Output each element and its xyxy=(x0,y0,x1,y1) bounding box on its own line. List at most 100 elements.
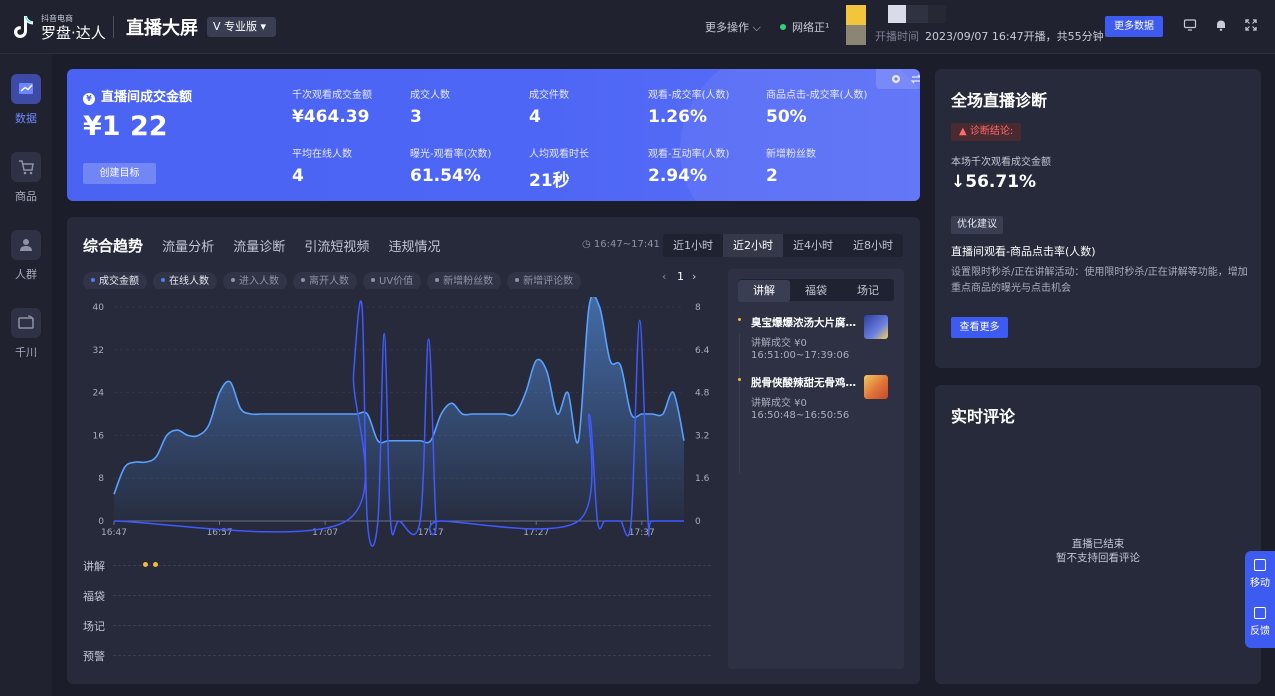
metric-value: ¥464.39 xyxy=(292,107,370,127)
more-operations-dropdown[interactable]: 更多操作 ⌵ xyxy=(705,19,761,35)
chip-label: 成交金额 xyxy=(99,276,139,287)
chip-label: 离开人数 xyxy=(309,276,349,287)
track-label-alert: 预警 xyxy=(83,650,105,663)
metric-label: 成交件数 xyxy=(529,90,569,101)
chip-dot xyxy=(435,278,440,282)
network-ok-dot xyxy=(780,24,786,30)
segment-luckybag[interactable]: 福袋 xyxy=(790,280,842,302)
track-line xyxy=(113,595,711,596)
metric-buyers: 成交人数 3 xyxy=(410,86,450,127)
prev-page-icon[interactable]: ‹ xyxy=(662,270,666,283)
y-tick-right: 1.6 xyxy=(695,474,710,484)
segment-notes[interactable]: 场记 xyxy=(842,280,894,302)
gmv-title-text: 直播间成交金额 xyxy=(101,90,193,105)
chip-uv-value[interactable]: UV价值 xyxy=(363,272,422,289)
clock-icon: ◷ xyxy=(582,239,594,250)
tab-violations[interactable]: 违规情况 xyxy=(388,236,440,255)
sidebar-item-goods[interactable]: 商品 xyxy=(0,152,52,204)
feedback-icon xyxy=(1254,607,1266,619)
mobile-button[interactable]: 移动 xyxy=(1245,559,1275,589)
metric-label: 观看-互动率(人数) xyxy=(648,149,730,160)
tab-traffic-analysis[interactable]: 流量分析 xyxy=(162,236,214,255)
chip-new-fans[interactable]: 新增粉丝数 xyxy=(427,272,502,289)
cart-icon xyxy=(11,152,41,182)
sidebar-item-data[interactable]: 数据 xyxy=(0,74,52,126)
track-label-notes: 场记 xyxy=(83,620,105,633)
diagnosis-metric-label: 本场千次观看成交金额 xyxy=(951,157,1051,168)
sidebar-item-label: 人群 xyxy=(15,268,37,281)
range-8h-button[interactable]: 近8小时 xyxy=(843,234,903,257)
monitor-icon[interactable] xyxy=(1183,18,1197,32)
metric-chips: 成交金额 在线人数 进入人数 离开人数 UV价值 新增粉丝数 新增评论数 xyxy=(83,269,643,289)
side-segment: 讲解 福袋 场记 xyxy=(738,279,894,302)
chip-leave[interactable]: 离开人数 xyxy=(293,272,357,289)
sidebar-item-qianchuan[interactable]: 千川 xyxy=(0,308,52,360)
range-2h-button[interactable]: 近2小时 xyxy=(723,234,783,257)
metric-value: 4 xyxy=(292,166,304,186)
next-page-icon[interactable]: › xyxy=(692,270,696,283)
range-selector: 近1小时 近2小时 近4小时 近8小时 xyxy=(663,234,903,257)
y-tick-right: 4.8 xyxy=(695,389,710,399)
y-tick-left: 40 xyxy=(93,303,105,313)
feedback-button[interactable]: 反馈 xyxy=(1245,607,1275,637)
diagnosis-conclusion-tag: ▲ 诊断结论: xyxy=(951,123,1022,141)
chip-label: UV价值 xyxy=(379,276,414,287)
fullscreen-icon[interactable] xyxy=(1244,18,1258,32)
metric-avg-watch-time: 人均观看时长 21秒 xyxy=(529,145,589,191)
timeline-dot xyxy=(738,378,741,381)
switch-icon[interactable] xyxy=(910,73,920,85)
explain-marker[interactable] xyxy=(153,562,158,567)
settings-icon[interactable] xyxy=(890,73,902,85)
range-1h-button[interactable]: 近1小时 xyxy=(663,234,723,257)
empty-line-1: 直播已结束 xyxy=(1071,538,1125,550)
track-label-explain: 讲解 xyxy=(83,560,105,573)
chip-online[interactable]: 在线人数 xyxy=(153,272,217,289)
more-data-button[interactable]: 更多数据 xyxy=(1105,16,1163,37)
bell-icon[interactable] xyxy=(1214,18,1228,32)
timeline-line xyxy=(739,333,740,473)
time-range: ◷ 16:47~17:41 xyxy=(582,239,660,250)
comments-empty-state: 直播已结束 暂不支持回看评论 xyxy=(935,537,1261,565)
tab-short-videos[interactable]: 引流短视频 xyxy=(304,236,369,255)
diagnosis-title: 全场直播诊断 xyxy=(951,91,1048,110)
metric-value: 1.26% xyxy=(648,107,707,127)
y-tick-left: 8 xyxy=(98,474,104,484)
start-time-value: 2023/09/07 16:47开播，共55分钟 xyxy=(925,30,1104,43)
range-4h-button[interactable]: 近4小时 xyxy=(783,234,843,257)
pro-version-dropdown[interactable]: V 专业版 ▾ xyxy=(207,17,277,37)
metric-view-deal-rate: 观看-成交率(人数) 1.26% xyxy=(648,86,729,127)
metric-value: 4 xyxy=(529,107,541,127)
chip-enter[interactable]: 进入人数 xyxy=(223,272,287,289)
track-line xyxy=(113,565,711,566)
metric-label: 人均观看时长 xyxy=(529,149,589,160)
sidebar-item-crowd[interactable]: 人群 xyxy=(0,230,52,282)
product-title: 臭宝爆爆浓汤大片腐竹… xyxy=(751,317,863,329)
metric-label: 平均在线人数 xyxy=(292,149,352,160)
gmv-summary-card: ¥ 直播间成交金额 ¥1 22 创建目标 千次观看成交金额 ¥464.39 成交人数… xyxy=(67,69,920,201)
tab-overall-trend[interactable]: 综合趋势 xyxy=(83,235,143,256)
gmv-title: ¥ 直播间成交金额 xyxy=(83,86,192,105)
trend-panel: 综合趋势 流量分析 流量诊断 引流短视频 违规情况 ◷ 16:47~17:41 … xyxy=(67,217,920,684)
chip-gmv[interactable]: 成交金额 xyxy=(83,272,147,289)
y-tick-left: 16 xyxy=(93,431,105,441)
chip-label: 在线人数 xyxy=(169,276,209,287)
sidebar: 数据 商品 人群 千川 xyxy=(0,54,52,696)
metric-label: 商品点击-成交率(人数) xyxy=(766,90,868,101)
see-more-button[interactable]: 查看更多 xyxy=(951,317,1008,338)
timeline-dot xyxy=(738,318,741,321)
segment-explain[interactable]: 讲解 xyxy=(738,280,790,302)
data-chart-icon xyxy=(11,74,41,104)
chip-new-comments[interactable]: 新增评论数 xyxy=(507,272,582,289)
network-status: 网络正¹ xyxy=(780,19,829,35)
create-target-button[interactable]: 创建目标 xyxy=(83,163,156,184)
x-tick-label: 16:47 xyxy=(101,528,127,538)
metric-exposure-view-rate: 曝光-观看率(次数) 61.54% xyxy=(410,145,491,186)
product-deal: 讲解成交 ¥0 xyxy=(751,398,807,409)
tab-traffic-diagnosis[interactable]: 流量诊断 xyxy=(233,236,285,255)
track-line xyxy=(113,655,711,656)
explain-marker[interactable] xyxy=(143,562,148,567)
time-range-text: 16:47~17:41 xyxy=(593,239,660,250)
page-title: 直播大屏 xyxy=(126,18,198,39)
optimization-tag: 优化建议 xyxy=(951,216,1003,234)
x-tick-label: 17:37 xyxy=(629,528,655,538)
